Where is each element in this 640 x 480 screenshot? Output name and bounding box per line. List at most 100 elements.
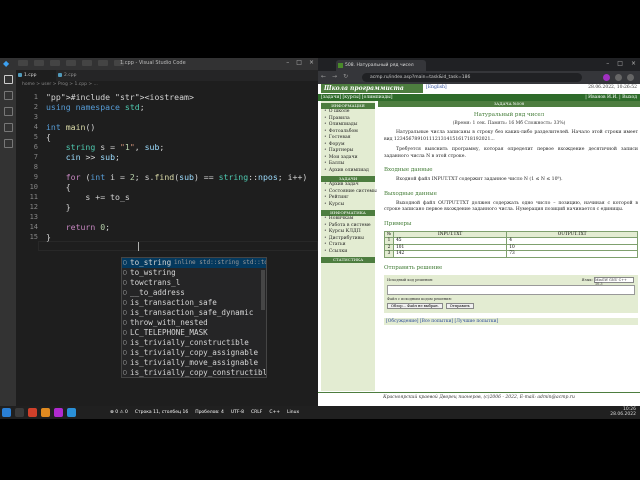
close-icon[interactable]: ×: [309, 59, 314, 66]
autocomplete-popup[interactable]: ▢to_stringinline std::string std::to_str…: [121, 257, 267, 378]
code-text[interactable]: }: [46, 202, 71, 212]
firefox-icon[interactable]: [41, 408, 50, 417]
os-status[interactable]: Linux: [287, 410, 299, 415]
suggestion-label: is_trivially_move_assignable: [130, 358, 259, 367]
suggestion-item[interactable]: ▢ to_wstring: [122, 268, 266, 278]
extensions-icon[interactable]: [3, 139, 13, 148]
file-manager-icon[interactable]: [15, 408, 24, 417]
site-logo[interactable]: Школа программиста: [321, 84, 423, 93]
tab-1cpp[interactable]: 1.cpp: [16, 70, 56, 81]
site-nav-links[interactable]: [задачи] [курсы] [олимпиады]: [321, 95, 393, 100]
language-select[interactable]: Язык: MinGW GNU C++ 10.3: [582, 276, 634, 286]
code-text[interactable]: {: [46, 182, 71, 192]
suggestion-item[interactable]: ▢ is_trivially_copy_constructible: [122, 368, 266, 378]
line-number: 5: [33, 133, 38, 141]
source-label: Исходный код решения:: [387, 277, 434, 282]
address-bar[interactable]: acmp.ru/index.asp?main=task&id_task=186: [362, 73, 582, 82]
suggestion-label: throw_with_nested: [130, 318, 208, 327]
forward-icon[interactable]: →: [332, 73, 337, 80]
vscode-window-controls[interactable]: – □ ×: [286, 59, 314, 66]
menu-icon[interactable]: [627, 74, 634, 81]
suggestion-item[interactable]: ▢to_stringinline std::string std::to_str…: [122, 258, 266, 268]
table-cell: 142: [393, 250, 508, 258]
code-text[interactable]: "pp">#include "str"><iostream>: [46, 92, 194, 102]
suggestion-item[interactable]: ▢ is_trivially_move_assignable: [122, 358, 266, 368]
suggest-scrollbar[interactable]: [261, 270, 265, 310]
suggestion-item[interactable]: ▢ is_transaction_safe_dynamic: [122, 308, 266, 318]
suggestion-item[interactable]: ▢ LC_TELEPHONE_MASK: [122, 328, 266, 338]
code-text[interactable]: using namespace std;: [46, 102, 145, 112]
tab-2cpp[interactable]: 2.cpp: [56, 70, 96, 81]
explorer-icon[interactable]: [3, 75, 13, 84]
browser-tabbar: 508. Натуральный ряд чисел – □ ×: [318, 58, 640, 71]
line-number: 8: [33, 163, 38, 171]
line-number: 7: [33, 153, 38, 161]
suggestion-label: to_wstring: [130, 268, 176, 277]
extension-icon[interactable]: [603, 74, 610, 81]
browser-window-controls[interactable]: – □ ×: [606, 60, 636, 67]
input-text: Входной файл INPUT.TXT содержит заданное…: [396, 177, 563, 182]
symbol-icon: ▢: [123, 309, 127, 316]
code-text[interactable]: int main(): [46, 122, 95, 132]
code-text[interactable]: for (int i = 2; s.find(sub) == string::n…: [46, 172, 308, 182]
send-button[interactable]: Отправить: [445, 302, 474, 309]
start-menu-icon[interactable]: [2, 408, 11, 417]
suggestion-item[interactable]: ▢ throw_with_nested: [122, 318, 266, 328]
favicon-icon: [338, 63, 343, 68]
browser-tab[interactable]: 508. Натуральный ряд чисел: [336, 60, 426, 71]
code-text[interactable]: cin >> sub;: [46, 152, 120, 162]
symbol-icon: ▢: [123, 259, 127, 266]
browse-button[interactable]: Обзор... Файл не выбран.: [387, 302, 443, 309]
sidebar-link[interactable]: Архив олимпиад: [321, 168, 375, 175]
source-textarea[interactable]: [387, 284, 635, 295]
task-links[interactable]: [Обсуждение] [Все попытки] [Лучшие попыт…: [384, 317, 638, 325]
minimize-icon[interactable]: –: [606, 60, 609, 67]
code-text[interactable]: string s = "1", sub;: [46, 142, 165, 152]
run-debug-icon[interactable]: [3, 123, 13, 132]
line-number: 14: [29, 223, 38, 231]
maximize-icon[interactable]: □: [617, 60, 623, 67]
maximize-icon[interactable]: □: [296, 59, 302, 66]
line-number: 6: [33, 143, 38, 151]
sidebar-link[interactable]: Курсы: [321, 202, 375, 209]
suggestion-label: is_trivially_copy_constructible: [130, 368, 266, 377]
code-text[interactable]: {: [46, 132, 51, 142]
app-icon[interactable]: [28, 408, 37, 417]
suggestion-item[interactable]: ▢ is_transaction_safe: [122, 298, 266, 308]
suggestion-item[interactable]: ▢ is_trivially_copy_assignable: [122, 348, 266, 358]
close-icon[interactable]: ×: [631, 60, 636, 67]
language-status[interactable]: C++: [269, 410, 280, 415]
code-text[interactable]: return 0;: [46, 222, 110, 232]
suggestion-item[interactable]: ▢ towctrans_l: [122, 278, 266, 288]
task-content: ЗАДАЧА №508 Натуральный ряд чисел (Время…: [378, 101, 640, 391]
symbol-icon: ▢: [123, 359, 127, 366]
user-links[interactable]: | Иванов И.И. | Выход: [585, 94, 637, 101]
suggestion-item[interactable]: ▢ is_trivially_constructible: [122, 338, 266, 348]
vscode-menu[interactable]: [18, 60, 124, 66]
line-number: 11: [29, 193, 38, 201]
encoding-status[interactable]: UTF-8: [231, 410, 244, 415]
current-line-highlight: [38, 241, 318, 251]
language-value[interactable]: MinGW GNU C++ 10.3: [594, 276, 634, 286]
minimize-icon[interactable]: –: [286, 59, 289, 66]
source-control-icon[interactable]: [3, 107, 13, 116]
back-icon[interactable]: ←: [321, 73, 326, 80]
code-text[interactable]: s += to_s: [46, 192, 129, 202]
site-nav: [задачи] [курсы] [олимпиады] | Иванов И.…: [318, 94, 640, 101]
vscode-taskbar-icon[interactable]: [67, 408, 76, 417]
cursor-position[interactable]: Строка 11, столбец 16: [135, 410, 188, 415]
system-tray[interactable]: 10:26 28.06.2022: [610, 407, 636, 417]
profile-icon[interactable]: [615, 74, 622, 81]
indent-status[interactable]: Пробелов: 4: [195, 410, 224, 415]
eol-status[interactable]: CRLF: [251, 410, 262, 415]
breadcrumb[interactable]: home > user > Prog > 1.cpp > ...: [22, 82, 98, 87]
problems-status[interactable]: ⊗ 0 ⚠ 0: [110, 410, 128, 415]
lang-link[interactable]: [English]: [426, 85, 447, 90]
reload-icon[interactable]: ↻: [343, 73, 348, 80]
site-footer: Красноярский краевой Дворец пионеров, (c…: [318, 392, 640, 402]
search-icon[interactable]: [3, 91, 13, 100]
app-icon[interactable]: [54, 408, 63, 417]
suggestion-item[interactable]: ▢ __to_address: [122, 288, 266, 298]
code-text[interactable]: }: [46, 232, 51, 242]
sidebar-link[interactable]: Ссылки: [321, 249, 375, 256]
